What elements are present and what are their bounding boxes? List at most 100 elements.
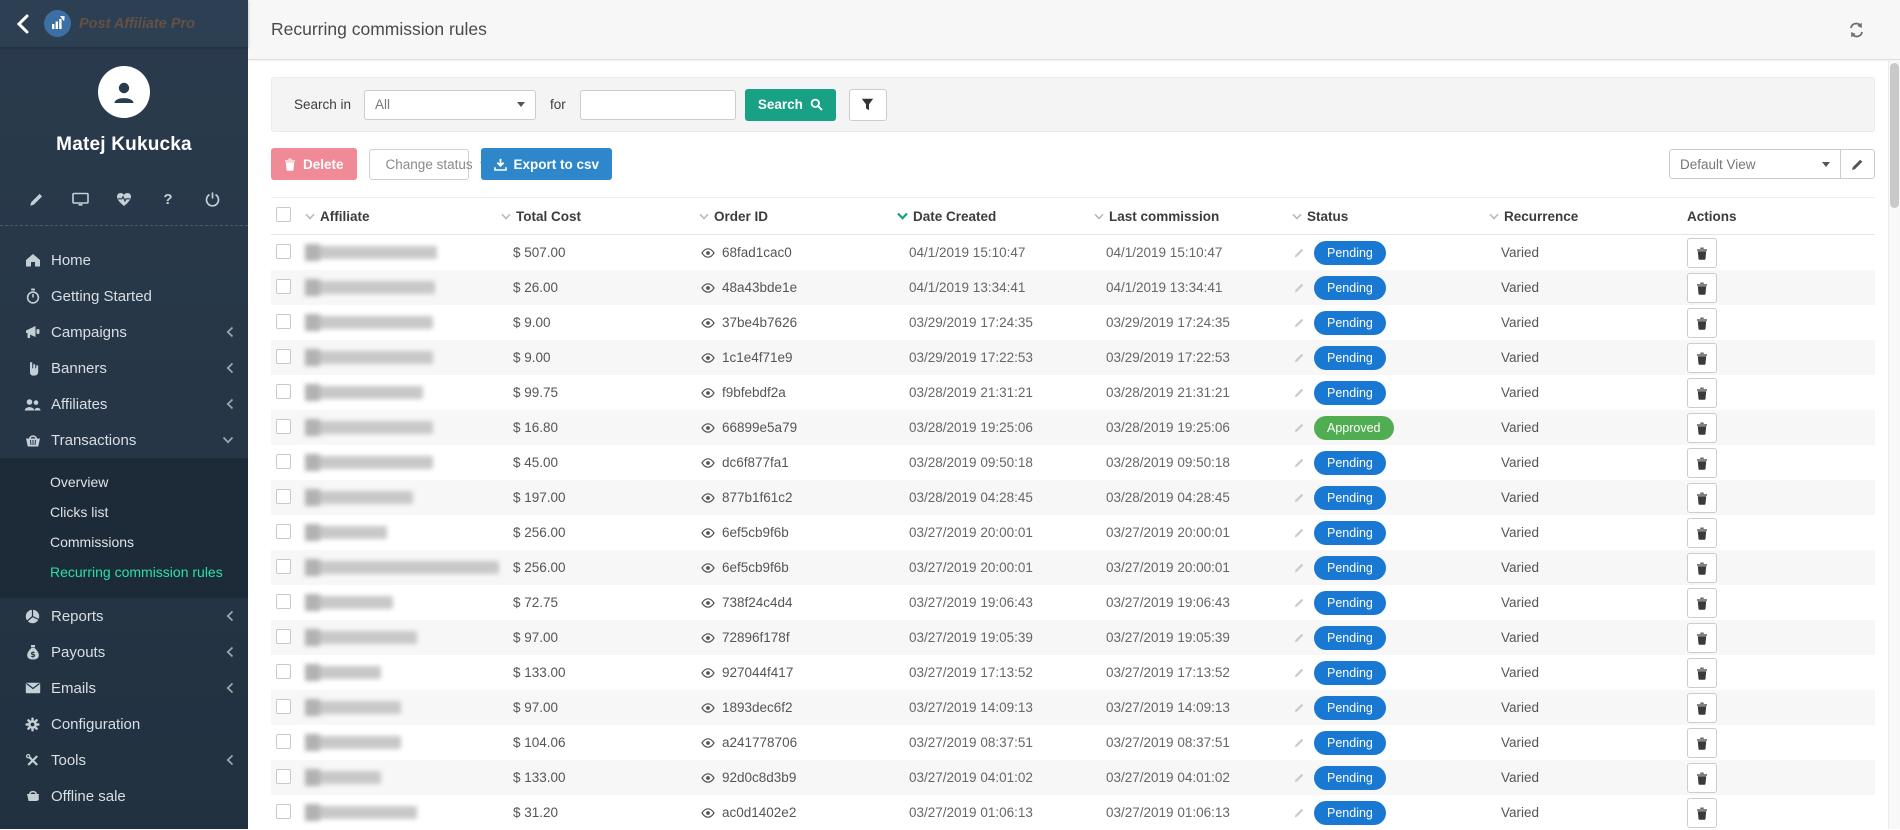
sidebar-item-offline-sale[interactable]: Offline sale <box>0 778 248 814</box>
sort-chevron-icon[interactable] <box>1489 213 1499 220</box>
edit-status-pencil-icon[interactable] <box>1294 457 1305 468</box>
delete-row-button[interactable] <box>1687 308 1717 338</box>
vertical-scrollbar[interactable] <box>1888 60 1900 829</box>
change-status-dropdown[interactable]: Change status <box>369 149 469 180</box>
eye-icon[interactable] <box>701 458 715 468</box>
row-checkbox[interactable] <box>276 699 291 714</box>
help-icon[interactable]: ? <box>158 190 178 208</box>
eye-icon[interactable] <box>701 563 715 573</box>
sidebar-item-payouts[interactable]: $ Payouts <box>0 634 248 670</box>
power-icon[interactable] <box>202 190 222 208</box>
row-checkbox[interactable] <box>276 244 291 259</box>
row-checkbox[interactable] <box>276 314 291 329</box>
eye-icon[interactable] <box>701 703 715 713</box>
refresh-button[interactable] <box>1848 22 1865 38</box>
sidebar-item-getting-started[interactable]: Getting Started <box>0 278 248 314</box>
sidebar-item-affiliates[interactable]: Affiliates <box>0 386 248 422</box>
delete-row-button[interactable] <box>1687 553 1717 583</box>
row-checkbox[interactable] <box>276 734 291 749</box>
column-header-affiliate[interactable]: Affiliate <box>320 209 370 224</box>
eye-icon[interactable] <box>701 668 715 678</box>
row-checkbox[interactable] <box>276 419 291 434</box>
edit-status-pencil-icon[interactable] <box>1294 527 1305 538</box>
export-csv-button[interactable]: Export to csv <box>481 148 613 180</box>
sidebar-item-reports[interactable]: Reports <box>0 598 248 634</box>
eye-icon[interactable] <box>701 248 715 258</box>
edit-status-pencil-icon[interactable] <box>1294 387 1305 398</box>
eye-icon[interactable] <box>701 353 715 363</box>
edit-status-pencil-icon[interactable] <box>1294 562 1305 573</box>
eye-icon[interactable] <box>701 423 715 433</box>
edit-status-pencil-icon[interactable] <box>1294 702 1305 713</box>
row-checkbox[interactable] <box>276 524 291 539</box>
submenu-item-overview[interactable]: Overview <box>0 467 248 497</box>
submenu-item-recurring-commission-rules[interactable]: Recurring commission rules <box>0 557 248 587</box>
delete-row-button[interactable] <box>1687 798 1717 828</box>
monitor-icon[interactable] <box>70 190 90 208</box>
edit-status-pencil-icon[interactable] <box>1294 317 1305 328</box>
eye-icon[interactable] <box>701 633 715 643</box>
sidebar-item-transactions[interactable]: Transactions <box>0 422 248 458</box>
avatar[interactable] <box>98 66 150 118</box>
submenu-item-clicks-list[interactable]: Clicks list <box>0 497 248 527</box>
back-button[interactable] <box>0 14 44 34</box>
sidebar-item-campaigns[interactable]: Campaigns <box>0 314 248 350</box>
delete-button[interactable]: Delete <box>271 148 357 180</box>
sort-chevron-active-icon[interactable] <box>897 212 908 220</box>
eye-icon[interactable] <box>701 738 715 748</box>
search-button[interactable]: Search <box>745 89 836 121</box>
row-checkbox[interactable] <box>276 664 291 679</box>
eye-icon[interactable] <box>701 808 715 818</box>
delete-row-button[interactable] <box>1687 728 1717 758</box>
edit-status-pencil-icon[interactable] <box>1294 282 1305 293</box>
row-checkbox[interactable] <box>276 349 291 364</box>
app-logo[interactable]: Post Affiliate Pro <box>44 10 195 37</box>
delete-row-button[interactable] <box>1687 658 1717 688</box>
delete-row-button[interactable] <box>1687 483 1717 513</box>
delete-row-button[interactable] <box>1687 623 1717 653</box>
eye-icon[interactable] <box>701 773 715 783</box>
delete-row-button[interactable] <box>1687 518 1717 548</box>
edit-view-button[interactable] <box>1840 150 1874 178</box>
edit-status-pencil-icon[interactable] <box>1294 597 1305 608</box>
view-select[interactable]: Default View <box>1670 150 1840 178</box>
delete-row-button[interactable] <box>1687 763 1717 793</box>
search-in-select[interactable]: All <box>364 90 536 120</box>
sidebar-item-tools[interactable]: Tools <box>0 742 248 778</box>
row-checkbox[interactable] <box>276 384 291 399</box>
delete-row-button[interactable] <box>1687 448 1717 478</box>
sort-chevron-icon[interactable] <box>699 213 709 220</box>
delete-row-button[interactable] <box>1687 413 1717 443</box>
delete-row-button[interactable] <box>1687 588 1717 618</box>
column-header-status[interactable]: Status <box>1307 209 1348 224</box>
delete-row-button[interactable] <box>1687 378 1717 408</box>
column-header-order-id[interactable]: Order ID <box>714 209 768 224</box>
heartbeat-icon[interactable] <box>114 190 134 208</box>
pencil-icon[interactable] <box>26 190 46 208</box>
row-checkbox[interactable] <box>276 594 291 609</box>
edit-status-pencil-icon[interactable] <box>1294 772 1305 783</box>
eye-icon[interactable] <box>701 528 715 538</box>
sidebar-item-emails[interactable]: Emails <box>0 670 248 706</box>
sidebar-item-home[interactable]: Home <box>0 242 248 278</box>
column-header-recurrence[interactable]: Recurrence <box>1504 209 1578 224</box>
edit-status-pencil-icon[interactable] <box>1294 492 1305 503</box>
edit-status-pencil-icon[interactable] <box>1294 632 1305 643</box>
sidebar-item-configuration[interactable]: Configuration <box>0 706 248 742</box>
eye-icon[interactable] <box>701 283 715 293</box>
row-checkbox[interactable] <box>276 629 291 644</box>
sidebar-item-banners[interactable]: Banners <box>0 350 248 386</box>
delete-row-button[interactable] <box>1687 693 1717 723</box>
row-checkbox[interactable] <box>276 769 291 784</box>
filter-button[interactable] <box>849 89 887 121</box>
edit-status-pencil-icon[interactable] <box>1294 807 1305 818</box>
row-checkbox[interactable] <box>276 804 291 819</box>
submenu-item-commissions[interactable]: Commissions <box>0 527 248 557</box>
row-checkbox[interactable] <box>276 454 291 469</box>
edit-status-pencil-icon[interactable] <box>1294 352 1305 363</box>
delete-row-button[interactable] <box>1687 238 1717 268</box>
delete-row-button[interactable] <box>1687 343 1717 373</box>
sort-chevron-icon[interactable] <box>305 213 315 220</box>
edit-status-pencil-icon[interactable] <box>1294 667 1305 678</box>
eye-icon[interactable] <box>701 318 715 328</box>
